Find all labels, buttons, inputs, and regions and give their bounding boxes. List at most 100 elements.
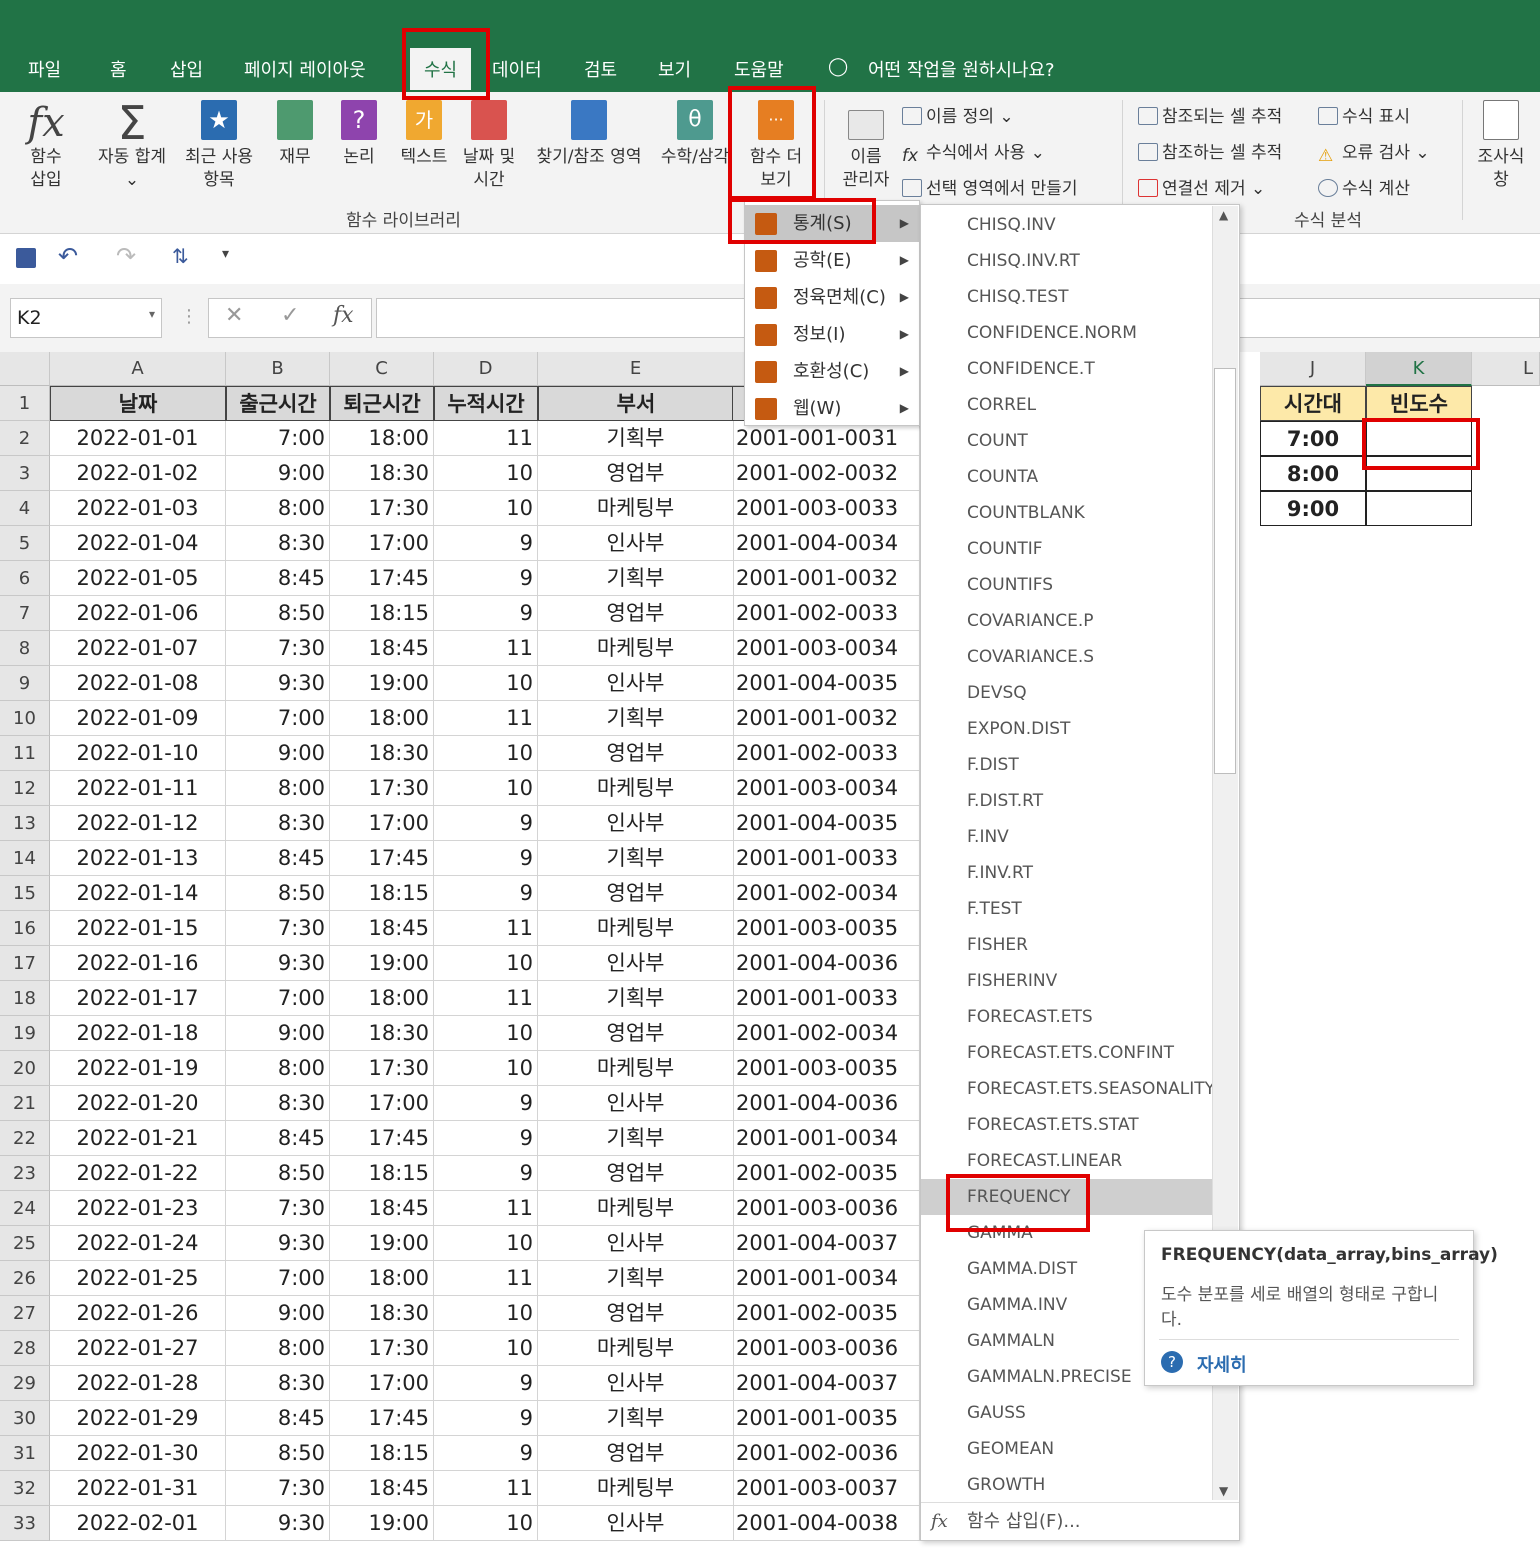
table-cell[interactable]: 2022-01-06 xyxy=(50,596,226,631)
row-header[interactable]: 33 xyxy=(0,1506,50,1541)
table-cell[interactable]: 17:45 xyxy=(330,1121,434,1156)
table-cell[interactable]: 10 xyxy=(434,1296,538,1331)
table-cell[interactable]: 2001-001-0032 xyxy=(732,561,920,596)
scrollbar-thumb[interactable] xyxy=(1214,368,1236,774)
row-header[interactable]: 26 xyxy=(0,1261,50,1296)
submenu-item[interactable]: 웹(W) ▶ xyxy=(745,390,921,427)
table-cell[interactable]: 18:15 xyxy=(330,596,434,631)
table-cell[interactable]: 2022-01-18 xyxy=(50,1016,226,1051)
table-cell[interactable]: 2022-01-30 xyxy=(50,1436,226,1471)
header-cell[interactable]: 빈도수 xyxy=(1366,386,1472,421)
table-cell[interactable]: 11 xyxy=(434,421,538,456)
table-cell[interactable]: 9:00 xyxy=(226,736,330,771)
table-cell[interactable]: 17:00 xyxy=(330,806,434,841)
table-cell[interactable]: 2022-01-26 xyxy=(50,1296,226,1331)
function-list-item[interactable]: F.DIST.RT xyxy=(921,783,1213,819)
table-cell[interactable]: 2001-002-0033 xyxy=(732,596,920,631)
column-header[interactable]: E xyxy=(538,352,734,386)
table-cell[interactable]: 18:00 xyxy=(330,981,434,1016)
evaluate-formula-button[interactable]: 수식 계산 xyxy=(1318,174,1410,199)
table-cell[interactable]: 18:45 xyxy=(330,1471,434,1506)
table-cell[interactable]: 11 xyxy=(434,911,538,946)
table-cell[interactable]: 2001-002-0035 xyxy=(732,1296,920,1331)
table-cell[interactable]: 7:00 xyxy=(226,701,330,736)
recently-used-button[interactable]: ★ 최근 사용 항목 xyxy=(178,100,260,192)
table-cell[interactable]: 8:45 xyxy=(226,1121,330,1156)
table-cell[interactable]: 17:45 xyxy=(330,561,434,596)
table-cell[interactable]: 2022-01-20 xyxy=(50,1086,226,1121)
select-all-corner[interactable] xyxy=(0,352,50,386)
function-list-item[interactable]: F.INV xyxy=(921,819,1213,855)
table-cell[interactable]: 17:30 xyxy=(330,491,434,526)
table-cell[interactable]: 8:45 xyxy=(226,841,330,876)
table-cell[interactable]: 영업부 xyxy=(538,1436,734,1471)
column-header[interactable]: B xyxy=(226,352,330,386)
table-cell[interactable]: 2001-004-0035 xyxy=(732,666,920,701)
name-box[interactable]: K2 ▾ xyxy=(10,298,162,338)
table-cell[interactable]: 9 xyxy=(434,876,538,911)
table-cell[interactable]: 2001-001-0034 xyxy=(732,1121,920,1156)
header-cell[interactable]: 누적시간 xyxy=(434,386,538,421)
table-cell[interactable]: 17:45 xyxy=(330,841,434,876)
table-cell[interactable]: 11 xyxy=(434,1261,538,1296)
sort-icon[interactable]: ⇅ xyxy=(172,244,189,268)
table-cell[interactable]: 18:45 xyxy=(330,1191,434,1226)
table-cell[interactable]: 7:30 xyxy=(226,631,330,666)
table-cell[interactable]: 2001-003-0034 xyxy=(732,631,920,666)
table-cell[interactable]: 18:00 xyxy=(330,1261,434,1296)
table-cell[interactable]: 2001-003-0035 xyxy=(732,911,920,946)
table-cell[interactable] xyxy=(1366,491,1472,526)
table-cell[interactable]: 9 xyxy=(434,596,538,631)
tab-2[interactable]: 삽입 xyxy=(170,56,203,82)
table-cell[interactable]: 기획부 xyxy=(538,1401,734,1436)
row-header[interactable]: 32 xyxy=(0,1471,50,1506)
row-header[interactable]: 22 xyxy=(0,1121,50,1156)
row-header[interactable]: 3 xyxy=(0,456,50,491)
function-list-item[interactable]: COVARIANCE.S xyxy=(921,639,1213,675)
tab-6[interactable]: 검토 xyxy=(584,56,617,82)
math-button[interactable]: θ 수학/삼각 xyxy=(656,100,734,169)
table-cell[interactable]: 2022-01-02 xyxy=(50,456,226,491)
financial-button[interactable]: 재무 xyxy=(272,100,318,169)
row-header[interactable]: 5 xyxy=(0,526,50,561)
table-cell[interactable]: 영업부 xyxy=(538,736,734,771)
table-cell[interactable]: 기획부 xyxy=(538,421,734,456)
table-cell[interactable]: 2001-001-0034 xyxy=(732,1261,920,1296)
function-list-item[interactable]: CHISQ.INV.RT xyxy=(921,243,1213,279)
column-header[interactable]: D xyxy=(434,352,538,386)
row-header[interactable]: 15 xyxy=(0,876,50,911)
table-cell[interactable]: 2001-004-0036 xyxy=(732,1086,920,1121)
table-cell[interactable]: 17:45 xyxy=(330,1401,434,1436)
table-cell[interactable]: 10 xyxy=(434,491,538,526)
table-cell[interactable]: 2001-002-0036 xyxy=(732,1436,920,1471)
table-cell[interactable]: 10 xyxy=(434,1331,538,1366)
table-cell[interactable]: 18:45 xyxy=(330,911,434,946)
table-cell[interactable]: 8:50 xyxy=(226,1436,330,1471)
lightbulb-icon[interactable]: ◯ xyxy=(828,56,848,77)
table-cell[interactable]: 19:00 xyxy=(330,946,434,981)
function-list-item[interactable]: FORECAST.ETS.STAT xyxy=(921,1107,1213,1143)
function-list-item[interactable]: F.TEST xyxy=(921,891,1213,927)
remove-arrows-button[interactable]: 연결선 제거 ⌄ xyxy=(1138,174,1265,199)
table-cell[interactable]: 2001-004-0035 xyxy=(732,806,920,841)
table-cell[interactable]: 8:00 xyxy=(226,1051,330,1086)
table-cell[interactable]: 마케팅부 xyxy=(538,631,734,666)
function-list-item[interactable]: F.INV.RT xyxy=(921,855,1213,891)
table-cell[interactable]: 9 xyxy=(434,1401,538,1436)
table-cell[interactable]: 2001-002-0034 xyxy=(732,1016,920,1051)
table-cell[interactable]: 기획부 xyxy=(538,981,734,1016)
table-cell[interactable]: 영업부 xyxy=(538,1156,734,1191)
table-cell[interactable]: 2022-01-29 xyxy=(50,1401,226,1436)
text-button[interactable]: 가 텍스트 xyxy=(396,100,452,169)
table-cell[interactable]: 17:30 xyxy=(330,1051,434,1086)
table-cell[interactable]: 9 xyxy=(434,1156,538,1191)
function-list-item[interactable]: GEOMEAN xyxy=(921,1431,1213,1467)
table-cell[interactable]: 2022-01-17 xyxy=(50,981,226,1016)
function-list-item[interactable]: FORECAST.ETS.CONFINT xyxy=(921,1035,1213,1071)
table-cell[interactable]: 2001-001-0032 xyxy=(732,701,920,736)
table-cell[interactable]: 9 xyxy=(434,1121,538,1156)
table-cell[interactable]: 2001-003-0037 xyxy=(732,1471,920,1506)
table-cell[interactable]: 10 xyxy=(434,771,538,806)
table-cell[interactable]: 2022-01-19 xyxy=(50,1051,226,1086)
row-header[interactable]: 28 xyxy=(0,1331,50,1366)
